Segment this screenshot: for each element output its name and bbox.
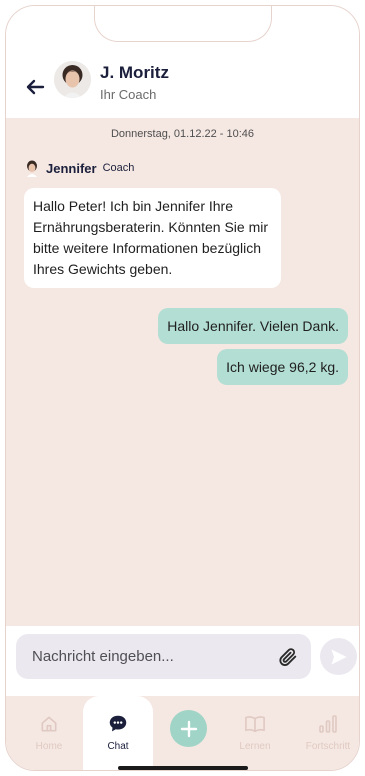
message-input[interactable] [16,634,311,679]
sender-row: Jennifer Coach [24,158,134,178]
nav-label-home: Home [35,741,63,752]
nav-label-progress: Fortschritt [305,741,351,752]
bottom-nav: Home Chat Lernen Fortschritt [6,696,359,770]
nav-item-home[interactable]: Home [24,696,74,770]
nav-item-progress[interactable]: Fortschritt [296,696,359,770]
attach-button[interactable] [277,646,299,668]
nav-label-learn: Lernen [239,741,271,752]
nav-item-learn[interactable]: Lernen [230,696,280,770]
message-composer [6,626,359,696]
chat-area[interactable]: Donnerstag, 01.12.22 - 10:46 Jennifer Co… [6,118,359,626]
chat-icon [106,712,130,736]
date-stamp: Donnerstag, 01.12.22 - 10:46 [110,128,255,140]
sender-role: Coach [102,162,135,174]
coach-subtitle: Ihr Coach [100,87,157,102]
add-button[interactable] [170,710,207,747]
send-button[interactable] [320,638,357,675]
phone-frame: J. Moritz Ihr Coach Donnerstag, 01.12.22… [5,5,360,771]
nav-item-chat[interactable]: Chat [93,696,143,770]
outgoing-message: Ich wiege 96,2 kg. [217,349,348,385]
home-indicator[interactable] [118,766,248,770]
avatar-image [54,61,91,98]
sender-avatar [24,159,40,177]
outgoing-message: Hallo Jennifer. Vielen Dank. [158,308,348,344]
arrow-left-icon [26,79,45,95]
device-notch [94,6,272,42]
book-icon [243,712,267,736]
home-icon [37,712,61,736]
nav-label-chat: Chat [107,741,129,752]
coach-name: J. Moritz [100,63,169,82]
bar-chart-icon [316,712,340,736]
coach-avatar[interactable] [54,61,91,98]
sender-name: Jennifer [46,160,97,176]
send-icon [331,649,346,664]
plus-icon [180,720,197,737]
incoming-message: Hallo Peter! Ich bin Jennifer Ihre Ernäh… [24,188,281,288]
back-button[interactable] [22,74,48,100]
paperclip-icon [279,648,297,666]
